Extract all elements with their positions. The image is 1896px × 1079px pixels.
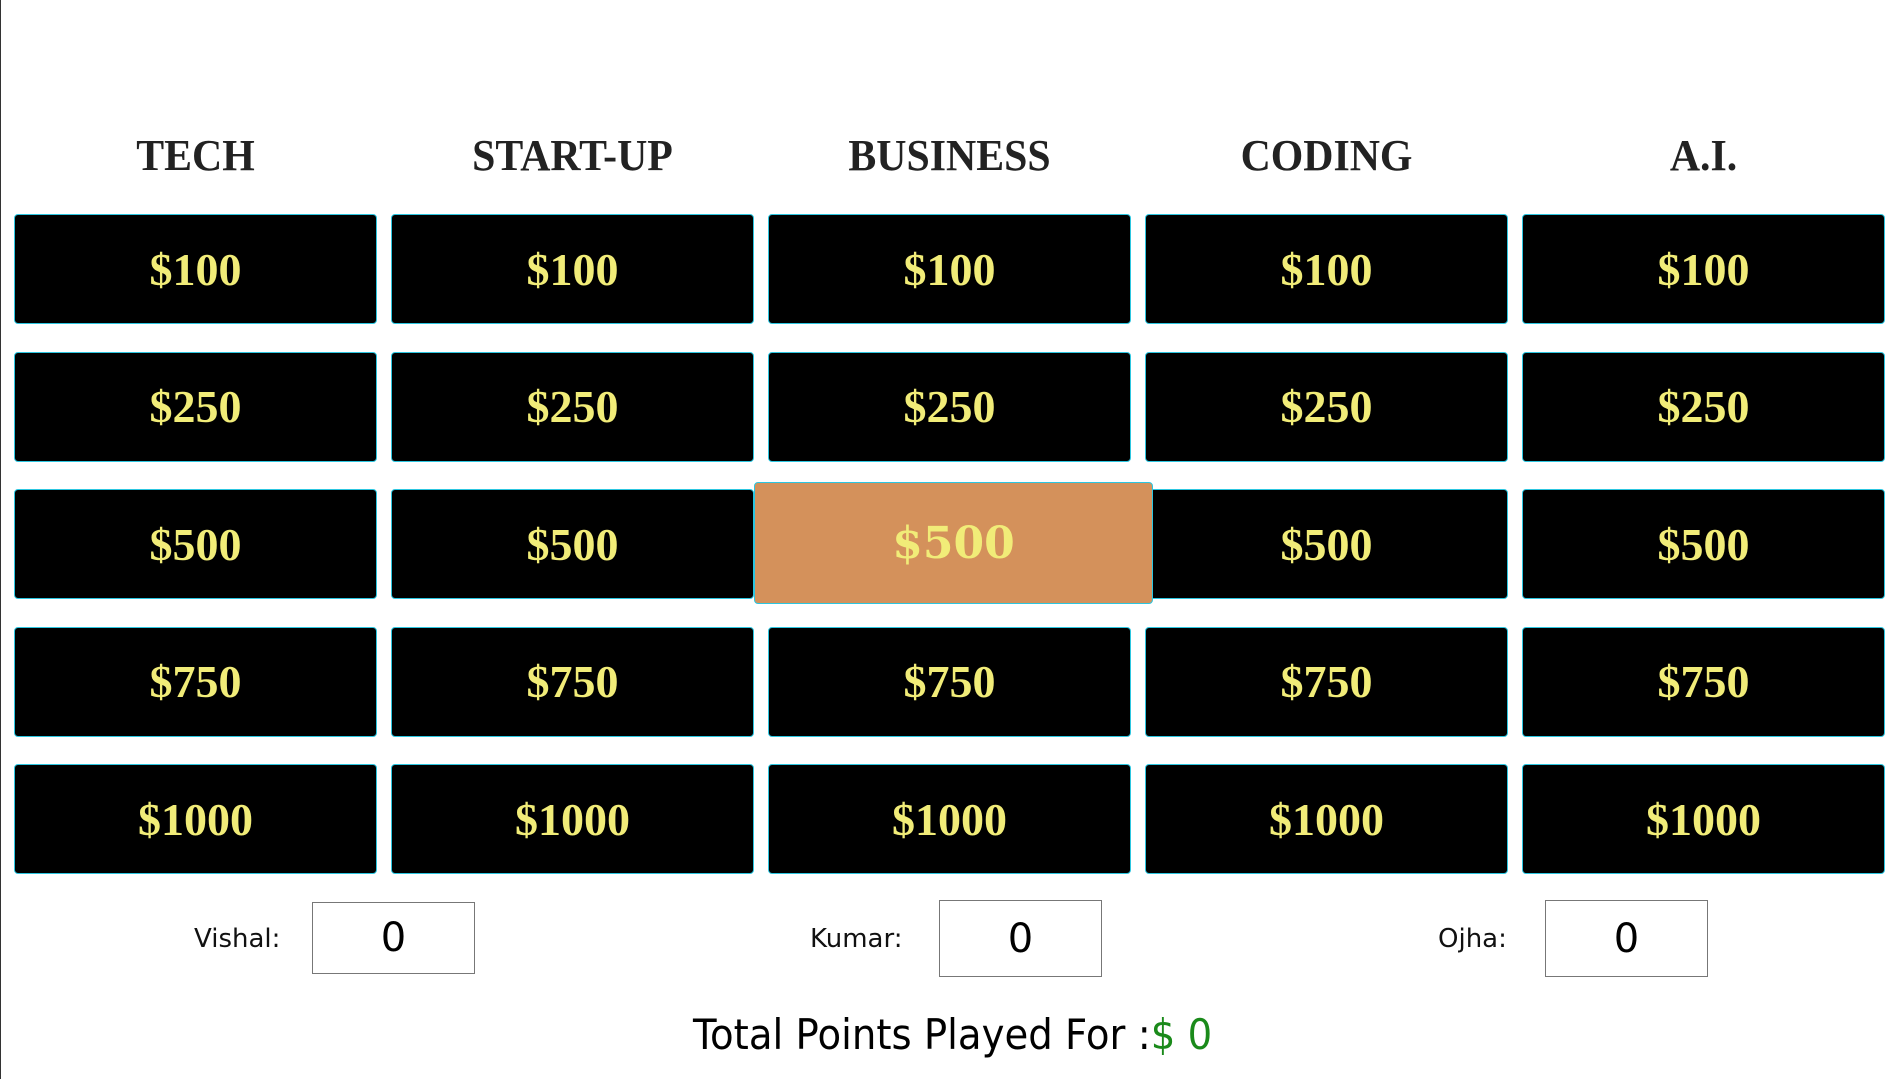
- question-tile[interactable]: $500: [1522, 489, 1885, 599]
- question-tile[interactable]: $750: [1522, 626, 1885, 737]
- player-label-ojha: Ojha:: [1438, 924, 1507, 954]
- question-tile[interactable]: $250: [391, 351, 754, 462]
- category-header: START-UP: [472, 131, 673, 180]
- question-tile[interactable]: $1000: [391, 764, 754, 874]
- player-label-kumar: Kumar:: [810, 924, 903, 954]
- question-tile[interactable]: $250: [768, 351, 1131, 462]
- question-tile[interactable]: $1000: [1522, 764, 1885, 874]
- category-header: A.I.: [1669, 131, 1738, 180]
- total-points-amount: $ 0: [1150, 1010, 1213, 1059]
- question-tile[interactable]: $100: [768, 214, 1131, 324]
- question-tile[interactable]: $250: [14, 351, 377, 462]
- score-input-vishal[interactable]: [312, 902, 475, 974]
- question-tile[interactable]: $500: [391, 489, 754, 599]
- question-tile[interactable]: $100: [391, 214, 754, 324]
- question-tile[interactable]: $750: [14, 626, 377, 737]
- question-tile[interactable]: $100: [1145, 214, 1508, 324]
- question-tile[interactable]: $750: [1145, 626, 1508, 737]
- question-tile[interactable]: $1000: [14, 764, 377, 874]
- question-tile[interactable]: $750: [391, 626, 754, 737]
- question-tile[interactable]: $100: [1522, 214, 1885, 324]
- total-points: Total Points Played For :$ 0: [693, 1010, 1212, 1059]
- category-header: BUSINESS: [848, 131, 1051, 180]
- category-header: CODING: [1240, 131, 1413, 180]
- question-tile[interactable]: $1000: [1145, 764, 1508, 874]
- player-label-vishal: Vishal:: [194, 924, 281, 954]
- question-tile[interactable]: $500: [754, 482, 1153, 604]
- question-tile[interactable]: $1000: [768, 764, 1131, 874]
- score-input-kumar[interactable]: [939, 900, 1102, 977]
- total-points-label: Total Points Played For :: [693, 1010, 1151, 1059]
- question-tile[interactable]: $500: [14, 489, 377, 599]
- question-tile[interactable]: $250: [1522, 351, 1885, 462]
- score-input-ojha[interactable]: [1545, 900, 1708, 977]
- category-header: TECH: [136, 131, 255, 180]
- question-tile[interactable]: $100: [14, 214, 377, 324]
- question-tile[interactable]: $250: [1145, 351, 1508, 462]
- question-tile[interactable]: $500: [1145, 489, 1508, 599]
- question-tile[interactable]: $750: [768, 626, 1131, 737]
